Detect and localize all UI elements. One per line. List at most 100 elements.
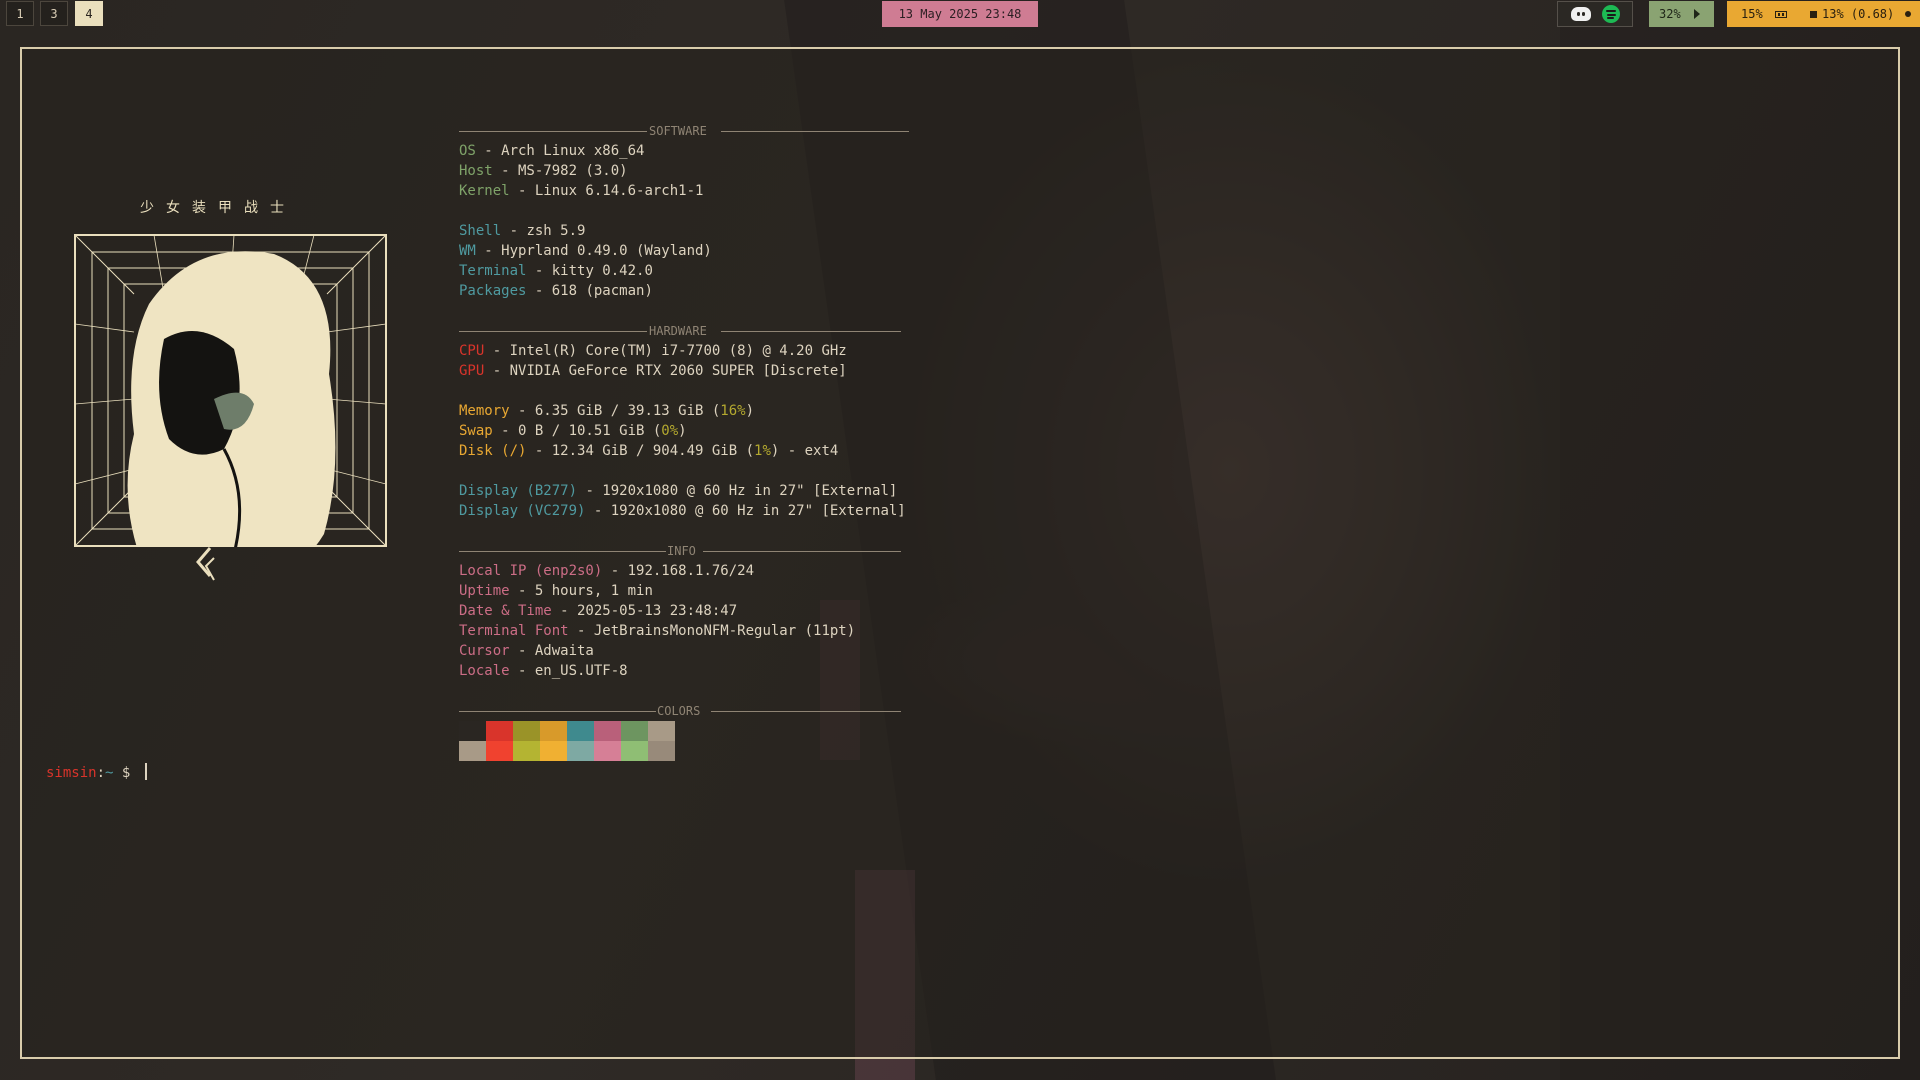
fetch-tail: ) <box>678 423 687 439</box>
workspace-1-button[interactable]: 1 <box>6 1 34 26</box>
fetch-value: - 5 hours, 1 min <box>509 583 653 599</box>
discord-icon[interactable] <box>1571 7 1591 21</box>
fetch-key: CPU <box>459 343 485 359</box>
fetch-percent: 0% <box>661 423 679 439</box>
workspace-4-button[interactable]: 4 <box>75 1 103 26</box>
fetch-row-memory: Memory - 6.35 GiB / 39.13 GiB (16%) <box>459 401 754 421</box>
color-swatch <box>459 721 486 741</box>
fetch-value: - zsh 5.9 <box>501 223 586 239</box>
volume-level: 32% <box>1659 7 1681 21</box>
fetch-value: - 192.168.1.76/24 <box>602 563 755 579</box>
fetch-value: - en_US.UTF-8 <box>509 663 628 679</box>
color-swatch <box>621 721 648 741</box>
color-swatch <box>513 721 540 741</box>
workspace-3-button[interactable]: 3 <box>40 1 68 26</box>
fetch-percent: 16% <box>720 403 746 419</box>
color-swatch <box>486 721 513 741</box>
fetch-value: - 1920x1080 @ 60 Hz in 27" [External] <box>585 503 906 519</box>
fetch-key: Shell <box>459 223 502 239</box>
fetch-row-cursor: Cursor - Adwaita <box>459 641 594 661</box>
memory-usage: 15% <box>1741 7 1763 21</box>
anime-logo-image <box>74 234 387 547</box>
fetch-key: Locale <box>459 663 510 679</box>
fetch-row-host: Host - MS-7982 (3.0) <box>459 161 628 181</box>
color-swatch <box>459 741 486 761</box>
fetch-value: - 12.34 GiB / 904.49 GiB ( <box>526 443 755 459</box>
fetch-key: Date & Time <box>459 603 552 619</box>
prompt-symbol: $ <box>113 765 139 781</box>
fetch-key: Swap <box>459 423 493 439</box>
color-swatch <box>594 721 621 741</box>
fetch-key: GPU <box>459 363 485 379</box>
fetch-row-display-2: Display (VC279) - 1920x1080 @ 60 Hz in 2… <box>459 501 906 521</box>
fetch-row-swap: Swap - 0 B / 10.51 GiB (0%) <box>459 421 687 441</box>
fetch-key: Terminal Font <box>459 623 569 639</box>
fetch-row-packages: Packages - 618 (pacman) <box>459 281 653 301</box>
fetch-row-os: OS - Arch Linux x86_64 <box>459 141 644 161</box>
fetch-row-locale: Locale - en_US.UTF-8 <box>459 661 628 681</box>
terminal-window[interactable]: 少女装甲战士 simsin:~ $ SOFTWARE OS - Arch Lin… <box>20 47 1900 1059</box>
fetch-value: - Arch Linux x86_64 <box>475 143 645 159</box>
fetch-key: Terminal <box>459 263 527 279</box>
fetch-key: Cursor <box>459 643 510 659</box>
fetch-row-terminal-font: Terminal Font - JetBrainsMonoNFM-Regular… <box>459 621 855 641</box>
fetch-value: - 6.35 GiB / 39.13 GiB ( <box>509 403 721 419</box>
color-swatch <box>567 721 594 741</box>
fetch-key: Display (VC279) <box>459 503 586 519</box>
color-swatch <box>621 741 648 761</box>
fetch-row-disk: Disk (/) - 12.34 GiB / 904.49 GiB (1%) -… <box>459 441 838 461</box>
volume-widget[interactable]: 32% <box>1649 1 1714 27</box>
fetch-key: Local IP (enp2s0) <box>459 563 603 579</box>
fetch-key: Kernel <box>459 183 510 199</box>
cpu-icon <box>1810 11 1817 18</box>
shell-prompt[interactable]: simsin:~ $ <box>46 763 147 781</box>
fetch-value: - Intel(R) Core(TM) i7-7700 (8) @ 4.20 G… <box>484 343 847 359</box>
fetch-value: - kitty 0.42.0 <box>526 263 653 279</box>
fetch-row-terminal: Terminal - kitty 0.42.0 <box>459 261 653 281</box>
color-swatch <box>540 741 567 761</box>
spotify-icon[interactable] <box>1602 5 1620 23</box>
color-swatch <box>567 741 594 761</box>
fetch-key: Disk (/) <box>459 443 527 459</box>
fetch-row-datetime: Date & Time - 2025-05-13 23:48:47 <box>459 601 737 621</box>
color-swatch <box>513 741 540 761</box>
fetch-key: Host <box>459 163 493 179</box>
system-stats: 15% 13% (0.68) <box>1727 1 1920 27</box>
fetch-key: Uptime <box>459 583 510 599</box>
fetch-value: - Hyprland 0.49.0 (Wayland) <box>475 243 712 259</box>
fetch-value: - Linux 6.14.6-arch1-1 <box>509 183 704 199</box>
color-swatch <box>540 721 567 741</box>
top-bar: 1 3 4 13 May 2025 23:48 32% 15% 13% (0.6… <box>0 0 1920 30</box>
fetch-key: OS <box>459 143 476 159</box>
fetch-value: - 0 B / 10.51 GiB ( <box>492 423 662 439</box>
text-cursor <box>144 763 147 780</box>
fetch-row-shell: Shell - zsh 5.9 <box>459 221 585 241</box>
fetch-percent: 1% <box>754 443 771 459</box>
fetch-row-gpu: GPU - NVIDIA GeForce RTX 2060 SUPER [Dis… <box>459 361 847 381</box>
clock[interactable]: 13 May 2025 23:48 <box>882 1 1038 27</box>
fetch-value: - 1920x1080 @ 60 Hz in 27" [External] <box>577 483 898 499</box>
fetch-value: - 2025-05-13 23:48:47 <box>551 603 738 619</box>
system-tray <box>1557 1 1633 27</box>
memory-icon <box>1775 11 1787 18</box>
info-header-label: INFO <box>667 544 696 558</box>
fetch-key: Memory <box>459 403 510 419</box>
software-header-label: SOFTWARE <box>649 124 707 138</box>
cpu-usage: 13% (0.68) <box>1822 7 1895 21</box>
fetch-value: - JetBrainsMonoNFM-Regular (11pt) <box>568 623 856 639</box>
fetch-value: - NVIDIA GeForce RTX 2060 SUPER [Discret… <box>484 363 847 379</box>
prompt-user: simsin <box>46 765 97 781</box>
fetch-row-local-ip: Local IP (enp2s0) - 192.168.1.76/24 <box>459 561 754 581</box>
fetch-row-wm: WM - Hyprland 0.49.0 (Wayland) <box>459 241 712 261</box>
fetch-value: - Adwaita <box>509 643 594 659</box>
fetch-row-display-1: Display (B277) - 1920x1080 @ 60 Hz in 27… <box>459 481 897 501</box>
chevron-left-icon <box>196 547 215 581</box>
fetch-value: - MS-7982 (3.0) <box>492 163 628 179</box>
status-dot-icon <box>1905 11 1911 17</box>
colors-header-label: COLORS <box>657 704 701 718</box>
play-icon[interactable] <box>1694 9 1700 19</box>
fetch-row-cpu: CPU - Intel(R) Core(TM) i7-7700 (8) @ 4.… <box>459 341 847 361</box>
fetch-key: Packages <box>459 283 527 299</box>
color-swatch <box>486 741 513 761</box>
fetch-key: WM <box>459 243 476 259</box>
